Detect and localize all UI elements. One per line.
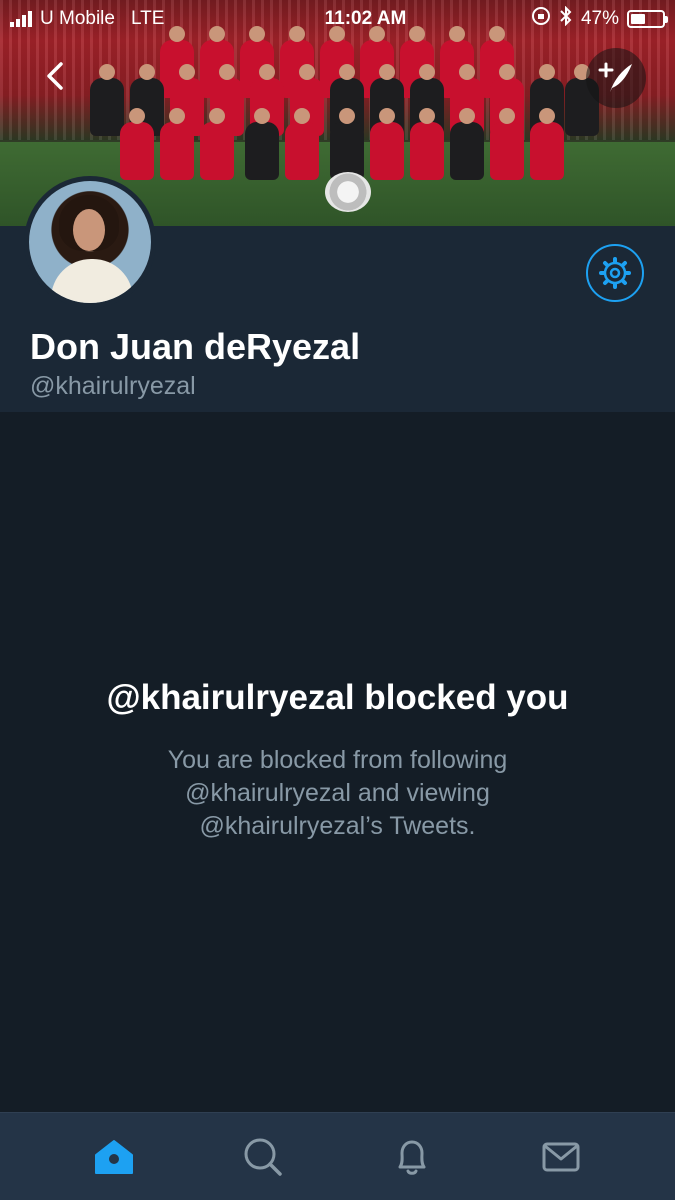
- banner-player-figure: [490, 108, 524, 180]
- tab-messages[interactable]: [531, 1127, 591, 1187]
- banner-player-figure: [90, 64, 124, 136]
- compose-tweet-icon: [598, 62, 632, 92]
- avatar[interactable]: [24, 176, 156, 308]
- bluetooth-icon: [559, 5, 573, 32]
- home-icon: [95, 1139, 134, 1174]
- battery-percent: 47%: [580, 8, 619, 29]
- banner-player-figure: [200, 108, 234, 180]
- banner-player-figure: [245, 108, 279, 180]
- banner-player-figure: [160, 108, 194, 180]
- bottom-tab-bar: [0, 1112, 675, 1200]
- bell-icon: [398, 1140, 426, 1175]
- network-label: LTE: [130, 8, 165, 29]
- avatar-shirt: [51, 259, 133, 303]
- avatar-face: [73, 209, 105, 251]
- status-bar: U Mobile LTE 11:02 AM 47%: [0, 0, 675, 38]
- chevron-left-icon: [47, 62, 63, 90]
- status-right: 47%: [531, 5, 668, 32]
- tab-search[interactable]: [233, 1127, 293, 1187]
- banner-player-figure: [370, 108, 404, 180]
- status-time: 11:02 AM: [324, 8, 407, 29]
- tab-home[interactable]: [84, 1127, 144, 1187]
- banner-player-figure: [285, 108, 319, 180]
- compose-tweet-button[interactable]: [586, 48, 646, 108]
- banner-player-figure: [530, 108, 564, 180]
- mail-icon: [542, 1142, 580, 1171]
- banner-player-figure: [120, 108, 154, 180]
- blocked-title: @khairulryezal blocked you: [106, 678, 569, 717]
- banner-trophy: [325, 172, 371, 212]
- orientation-lock-icon: [531, 6, 551, 32]
- tab-notifications[interactable]: [382, 1127, 442, 1187]
- profile-handle: @khairulryezal: [30, 372, 196, 400]
- back-button[interactable]: [38, 58, 74, 94]
- profile-display-name: Don Juan deRyezal: [30, 326, 361, 367]
- carrier-label: U Mobile: [40, 8, 115, 29]
- battery-icon: [627, 10, 668, 28]
- search-icon: [244, 1138, 282, 1176]
- profile-settings-button[interactable]: [586, 244, 644, 302]
- battery-fill: [631, 14, 646, 24]
- signal-icon: [10, 11, 32, 27]
- banner-player-figure: [410, 108, 444, 180]
- gear-icon: [599, 257, 631, 289]
- blocked-message: You are blocked from following @khairulr…: [167, 746, 508, 840]
- banner-player-figure: [450, 108, 484, 180]
